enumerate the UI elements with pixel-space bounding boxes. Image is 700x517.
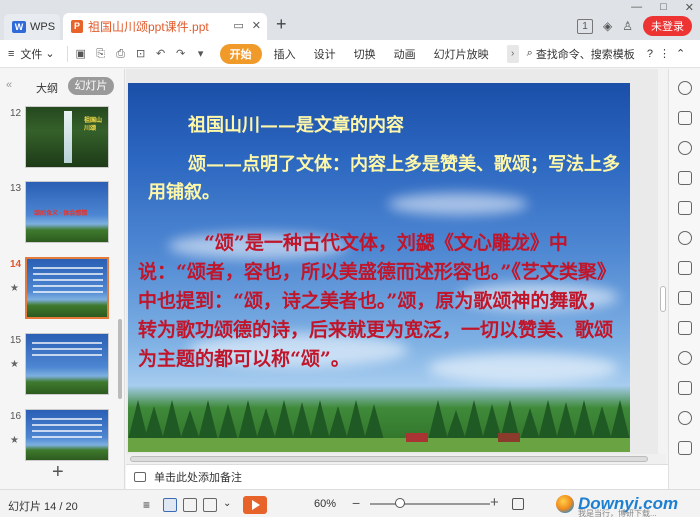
shirt-icon[interactable]: ♙ [622, 19, 633, 33]
magic-icon[interactable] [678, 81, 692, 95]
tab-transition[interactable]: 切换 [354, 46, 376, 62]
notes-placeholder: 单击此处添加备注 [154, 472, 242, 484]
slide-subtitle: 颂——点明了文体：内容上多是赞美、歌颂；写法上多用铺叙。 [148, 154, 620, 203]
tab-start[interactable]: 开始 [219, 43, 262, 64]
print-icon[interactable]: ⎙ [114, 47, 128, 61]
zoom-slider[interactable] [370, 503, 490, 505]
canvas-scrollbar[interactable] [660, 286, 666, 312]
help-button[interactable]: ? [647, 48, 653, 60]
title-bar: — □ ✕ W WPS P 祖国山川颂ppt课件.ppt ▭ ✕ + 1 ◈ ♙… [0, 0, 700, 40]
collapse-panel-icon[interactable]: « [6, 79, 12, 91]
play-dropdown-icon[interactable]: ⌄ [223, 498, 237, 512]
window-icon[interactable] [678, 381, 692, 395]
globe-icon [556, 495, 574, 513]
right-sidebar [668, 69, 700, 489]
volume-icon[interactable] [678, 351, 692, 365]
fit-window-icon[interactable] [512, 498, 524, 510]
animation-star-icon: ★ [10, 435, 19, 446]
slide-title: 祖国山川——是文章的内容 [188, 115, 404, 136]
notes-toggle-icon[interactable]: ≡ [143, 498, 157, 512]
current-slide[interactable]: 祖国山川——是文章的内容 颂——点明了文体：内容上多是赞美、歌颂；写法上多用铺叙… [128, 83, 630, 452]
copy-icon[interactable] [678, 111, 692, 125]
shapes-icon[interactable] [678, 141, 692, 155]
zoom-slider-knob[interactable] [395, 498, 405, 508]
animation-star-icon: ★ [10, 283, 19, 294]
slide-panel: « 大纲 幻灯片 12 祖国山川颂 13 颂的含义 · 体会感情 14 ★ 15… [0, 69, 125, 489]
dropdown-icon[interactable]: ▾ [194, 47, 208, 61]
redo-icon[interactable]: ↷ [174, 47, 188, 61]
tab-insert[interactable]: 插入 [274, 46, 296, 62]
document-title: 祖国山川颂ppt课件.ppt [88, 20, 209, 34]
close-icon[interactable]: ✕ [685, 1, 694, 14]
history-icon[interactable] [678, 411, 692, 425]
star-icon[interactable] [678, 231, 692, 245]
maximize-icon[interactable]: □ [660, 1, 667, 14]
settings-sliders-icon[interactable] [678, 171, 692, 185]
status-bar: 幻灯片 14 / 20 ≡ ⌄ 60% − + Downyi.com 我是当行，… [0, 489, 700, 517]
preview-icon[interactable]: ⊡ [134, 47, 148, 61]
ppt-file-icon: P [71, 20, 83, 33]
more-options-icon[interactable]: ⋮ [659, 47, 670, 60]
main-toolbar: ≡ 文件 ⌄ ▣ ⎘ ⎙ ⊡ ↶ ↷ ▾ 开始 插入 设计 切换 动画 幻灯片放映… [0, 40, 700, 68]
tab-design[interactable]: 设计 [314, 46, 336, 62]
undo-icon[interactable]: ↶ [154, 47, 168, 61]
window-count-badge[interactable]: 1 [577, 18, 593, 34]
notes-icon [134, 472, 146, 482]
skin-icon[interactable]: ◈ [603, 19, 612, 33]
archive-icon[interactable] [678, 261, 692, 275]
login-button[interactable]: 未登录 [643, 16, 692, 36]
collapse-ribbon-icon[interactable]: ⌃ [676, 47, 685, 60]
share-icon[interactable] [678, 291, 692, 305]
slide-counter: 幻灯片 14 / 20 [8, 501, 78, 513]
search-icon: ⌕ [526, 47, 533, 59]
horizontal-scrollbar[interactable] [126, 454, 666, 464]
sorter-view-icon[interactable] [183, 498, 197, 512]
add-slide-button[interactable]: + [52, 461, 64, 484]
file-menu[interactable]: 文件 ⌄ [20, 46, 54, 62]
wps-logo-icon: W [12, 21, 26, 33]
save-icon[interactable]: ▣ [74, 47, 88, 61]
play-slideshow-button[interactable] [243, 496, 267, 514]
slide-body-text: “颂”是一种古代文体，刘勰《文心雕龙》中说：“颂者，容也，所以美盛德而述形容也。… [138, 232, 616, 370]
wps-tab-label: WPS [30, 21, 56, 33]
export-icon[interactable]: ⎘ [94, 47, 108, 61]
picture-icon[interactable] [678, 321, 692, 335]
more-tabs-icon[interactable]: › [506, 44, 519, 63]
tab-outline[interactable]: 大纲 [36, 80, 58, 96]
watermark-subtext: 我是当行，博研下载... [578, 509, 657, 517]
window-controls: — □ ✕ [631, 1, 694, 14]
image-replace-icon[interactable] [678, 201, 692, 215]
menu-icon[interactable]: ≡ [8, 48, 14, 60]
thumbnail-scrollbar[interactable] [118, 319, 122, 399]
notes-area[interactable]: 单击此处添加备注 [126, 464, 668, 489]
tab-slideshow[interactable]: 幻灯片放映 [434, 46, 489, 62]
normal-view-icon[interactable] [163, 498, 177, 512]
tab-close-icon[interactable]: ✕ [252, 19, 261, 32]
search-command[interactable]: ⌕ 查找命令、搜索模板 [527, 46, 635, 62]
tab-slides[interactable]: 幻灯片 [68, 77, 114, 95]
collapse-sidebar-icon[interactable] [678, 441, 692, 455]
new-tab-button[interactable]: + [276, 14, 287, 35]
document-tab[interactable]: P 祖国山川颂ppt课件.ppt ▭ ✕ [63, 13, 267, 40]
zoom-out-button[interactable]: − [352, 495, 360, 511]
tab-animation[interactable]: 动画 [394, 46, 416, 62]
zoom-in-button[interactable]: + [490, 494, 499, 511]
slide-canvas: 祖国山川——是文章的内容 颂——点明了文体：内容上多是赞美、歌颂；写法上多用铺叙… [126, 69, 658, 454]
minimize-icon[interactable]: — [631, 1, 642, 14]
zoom-level[interactable]: 60% [314, 498, 336, 510]
window-mode-icon[interactable]: ▭ [233, 19, 243, 32]
reading-view-icon[interactable] [203, 498, 217, 512]
animation-star-icon: ★ [10, 359, 19, 370]
forest-background [128, 394, 630, 440]
wps-home-tab[interactable]: W WPS [4, 14, 60, 40]
